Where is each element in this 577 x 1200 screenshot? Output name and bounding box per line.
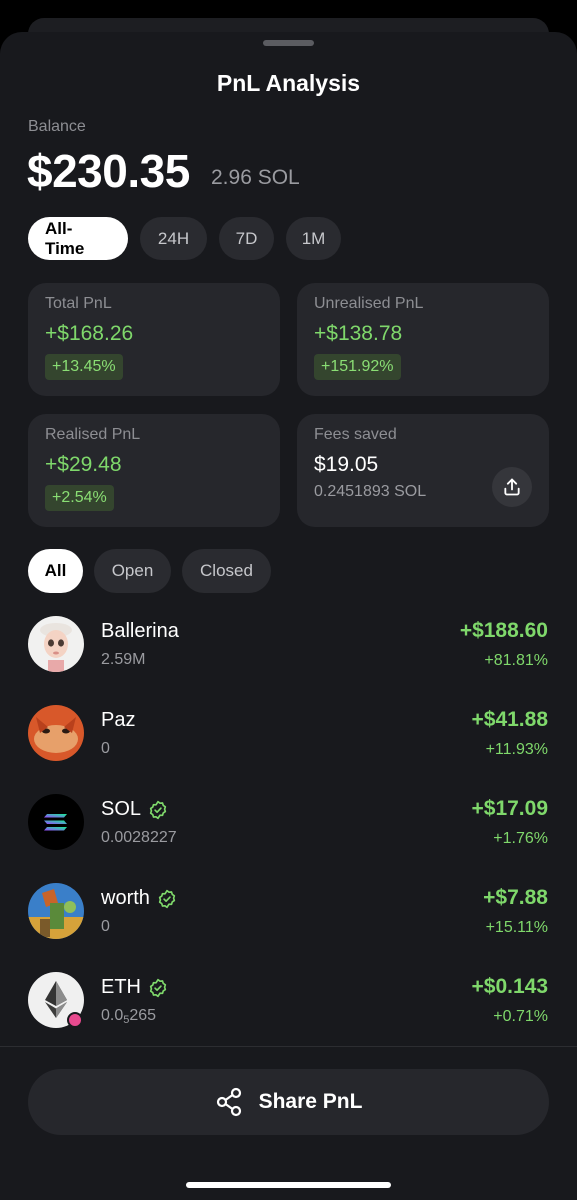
token-name: ETH (101, 976, 168, 999)
token-row-worth[interactable]: worth 0 +$7.88 +15.11% (0, 877, 577, 966)
token-pct: +15.11% (485, 919, 548, 936)
timeframe-selector: All-Time 24H 7D 1M (28, 217, 341, 260)
fees-saved-card: Fees saved $19.05 0.2451893 SOL (297, 414, 549, 527)
token-amount: 0 (101, 918, 110, 935)
token-name: Ballerina (101, 620, 179, 642)
token-name: SOL (101, 798, 168, 821)
token-list: Ballerina 2.59M +$188.60 +81.81% Paz 0 +… (0, 610, 577, 1055)
ballerina-avatar (28, 616, 84, 672)
total-pnl-label: Total PnL (45, 295, 112, 312)
filter-all[interactable]: All (28, 549, 83, 593)
home-indicator (186, 1182, 391, 1188)
footer-divider (0, 1046, 577, 1047)
verified-badge-icon (158, 889, 176, 908)
filter-closed[interactable]: Closed (182, 549, 271, 593)
pnl-analysis-sheet: PnL Analysis Balance $230.35 2.96 SOL Al… (0, 32, 577, 1200)
token-pnl: +$188.60 (459, 619, 548, 642)
fees-saved-label: Fees saved (314, 426, 397, 443)
total-pnl-pct: +13.45% (45, 354, 123, 380)
token-row-ballerina[interactable]: Ballerina 2.59M +$188.60 +81.81% (0, 610, 577, 699)
token-pct: +81.81% (484, 652, 548, 669)
unrealised-pnl-label: Unrealised PnL (314, 295, 424, 312)
balance-label: Balance (28, 118, 86, 135)
balance-value: $230.35 (27, 145, 190, 197)
eth-logo (28, 972, 84, 1028)
token-name: worth (101, 887, 177, 910)
share-pnl-label: Share PnL (258, 1090, 363, 1113)
timeframe-24h[interactable]: 24H (140, 217, 207, 260)
token-row-sol[interactable]: SOL 0.0028227 +$17.09 +1.76% (0, 788, 577, 877)
token-row-paz[interactable]: Paz 0 +$41.88 +11.93% (0, 699, 577, 788)
realised-pnl-card: Realised PnL +$29.48 +2.54% (28, 414, 280, 527)
token-amount: 2.59M (101, 651, 146, 668)
realised-pnl-pct: +2.54% (45, 485, 114, 511)
share-nodes-icon (216, 1087, 241, 1117)
token-pnl: +$17.09 (471, 797, 549, 820)
timeframe-all-time[interactable]: All-Time (28, 217, 128, 260)
upload-icon (504, 478, 520, 496)
token-pnl: +$41.88 (471, 708, 549, 731)
token-amount: 0.05265 (101, 1007, 157, 1026)
token-pnl: +$0.143 (471, 975, 549, 998)
share-pnl-button[interactable]: Share PnL (28, 1069, 549, 1135)
token-row-eth[interactable]: ETH 0.05265 +$0.143 +0.71% (0, 966, 577, 1055)
token-pct: +1.76% (493, 830, 548, 847)
realised-pnl-value: +$29.48 (45, 453, 122, 476)
page-title: PnL Analysis (216, 70, 361, 96)
balance-sol: 2.96 SOL (211, 166, 300, 189)
timeframe-1m[interactable]: 1M (286, 217, 341, 260)
worth-avatar (28, 883, 84, 939)
unrealised-pnl-pct: +151.92% (314, 354, 401, 380)
position-filter: All Open Closed (28, 549, 271, 593)
paz-avatar (28, 705, 84, 761)
total-pnl-value: +$168.26 (45, 322, 134, 345)
realised-pnl-label: Realised PnL (45, 426, 141, 443)
sheet-grabber[interactable] (263, 40, 314, 46)
token-amount: 0 (101, 740, 110, 757)
verified-badge-icon (149, 800, 167, 819)
token-pnl: +$7.88 (483, 886, 548, 909)
filter-open[interactable]: Open (94, 549, 171, 593)
unrealised-pnl-value: +$138.78 (314, 322, 403, 345)
sol-logo (28, 794, 84, 850)
token-amount: 0.0028227 (101, 829, 177, 846)
token-pct: +0.71% (493, 1008, 548, 1025)
token-name: Paz (101, 709, 136, 731)
share-fees-button[interactable] (492, 467, 532, 507)
timeframe-7d[interactable]: 7D (219, 217, 274, 260)
unrealised-pnl-card: Unrealised PnL +$138.78 +151.92% (297, 283, 549, 396)
verified-badge-icon (149, 978, 167, 997)
total-pnl-card: Total PnL +$168.26 +13.45% (28, 283, 280, 396)
token-pct: +11.93% (485, 741, 548, 758)
